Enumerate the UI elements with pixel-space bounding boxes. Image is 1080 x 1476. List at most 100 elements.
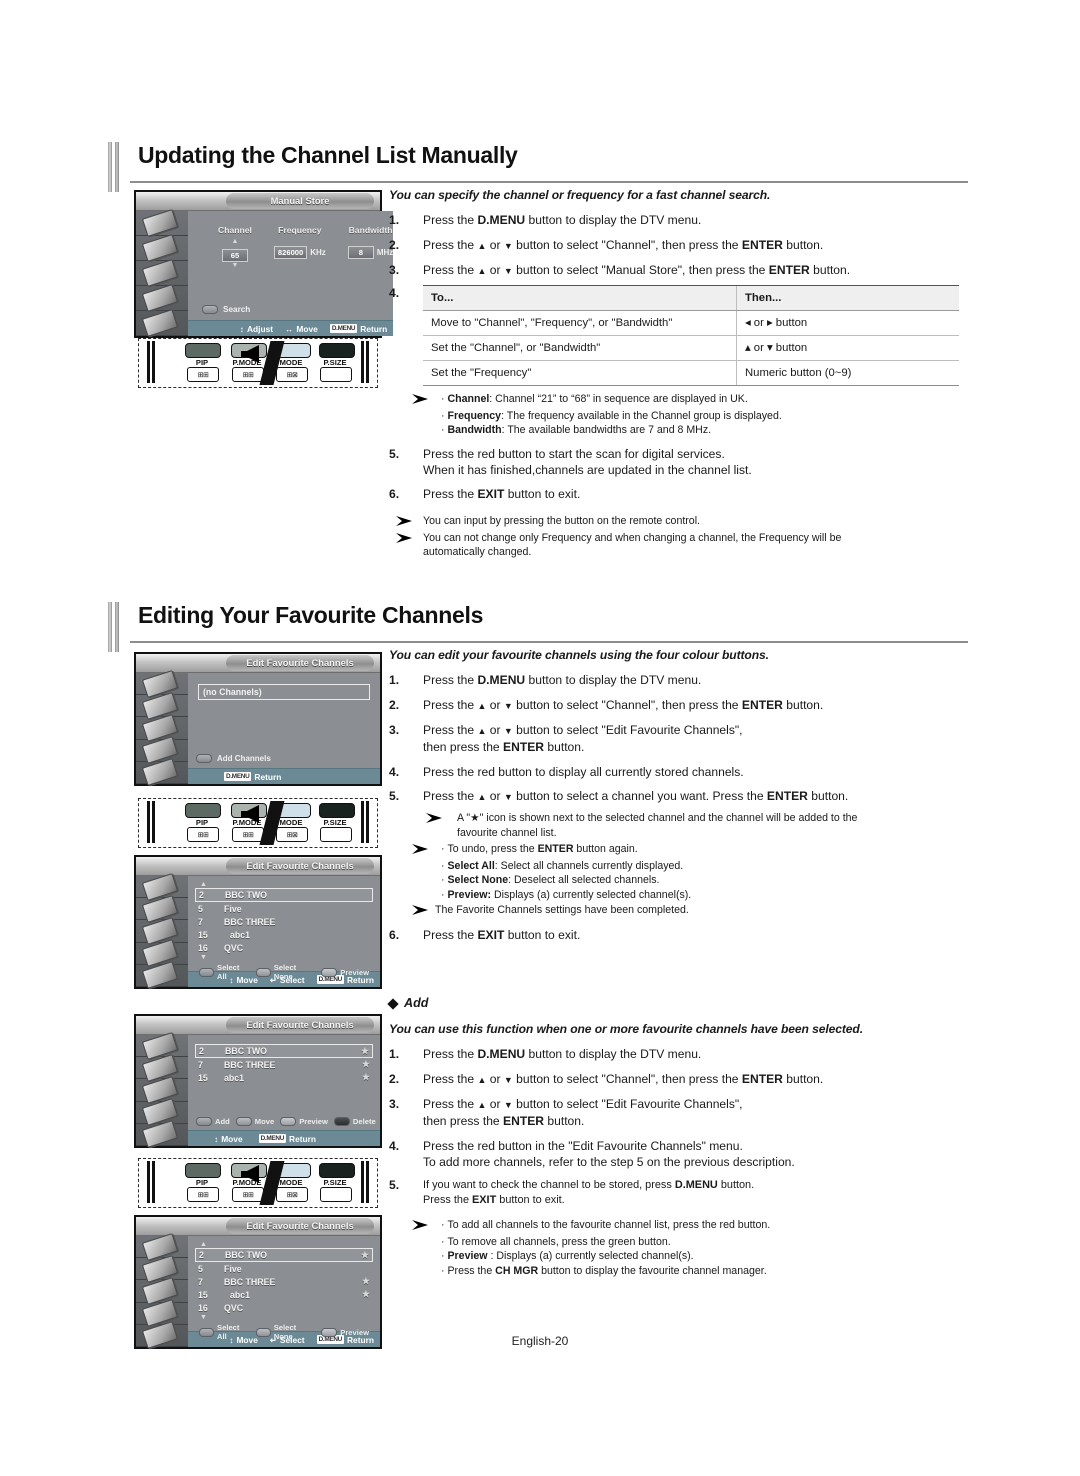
table-header-row: To... Then... — [423, 285, 959, 311]
field-bandwidth-label: Bandwidth — [348, 225, 393, 235]
hint-adjust: ↕ Adjust — [239, 323, 274, 334]
table-row[interactable]: 15 abc1 ★ — [195, 1288, 373, 1301]
page-title: Updating the Channel List Manually — [138, 142, 518, 168]
remote-key-mode[interactable]: ⊞⊠ — [276, 1187, 308, 1202]
table-row[interactable]: 7 BBC THREE ★ — [195, 1275, 373, 1288]
table-row[interactable]: 15 abc1 — [195, 928, 373, 941]
remote-key-pmode[interactable]: ⊞⊞ — [232, 1187, 264, 1202]
cell-then-2: ▴ or ▾ button — [736, 335, 959, 361]
colour-button-legend: Select All Select None Preview — [195, 961, 373, 981]
step-4: 4. To... Then... Move to "Channel", "Fre… — [389, 285, 959, 386]
to-then-table: To... Then... Move to "Channel", "Freque… — [423, 285, 959, 386]
osd-title-text: Edit Favourite Channels — [226, 1017, 374, 1033]
channel-list[interactable]: ▲ 2 BBC TWO 5 Five 7 BBC THREE 15 abc1 16 QVC… — [188, 876, 380, 981]
search-action[interactable]: Search — [202, 305, 250, 314]
table-row[interactable]: 16 QVC — [195, 1301, 373, 1314]
remote-key-pmode[interactable]: ⊞⊞ — [232, 367, 264, 382]
field-frequency[interactable]: Frequency 826000 KHz — [273, 225, 326, 269]
rail-icon-setup — [136, 284, 188, 312]
remote-key-psize[interactable] — [320, 827, 352, 842]
remote-key-mode[interactable]: ⊞⊠ — [276, 367, 308, 382]
move-key-icon: ↔ — [285, 323, 294, 334]
field-channel-label: Channel — [218, 225, 252, 235]
note-preview: · Preview: Displays (a) currently select… — [441, 888, 692, 901]
remote-key-psize[interactable] — [320, 1187, 352, 1202]
remote-label-psize: P.SIZE — [323, 818, 347, 827]
favourite-star-icon: ★ — [361, 1059, 370, 1069]
table-row[interactable]: 5 Five — [195, 1262, 373, 1275]
legend-preview[interactable]: Preview — [321, 967, 369, 977]
table-row[interactable]: 15 abc1 ★ — [195, 1071, 373, 1084]
table-row[interactable]: 2 BBC TWO ★ — [195, 1044, 373, 1058]
rail-icon-channel — [136, 259, 188, 287]
note-arrow-icon — [412, 1220, 428, 1230]
remote-key-psize[interactable] — [320, 367, 352, 382]
table-row[interactable]: 7 BBC THREE — [195, 915, 373, 928]
field-channel[interactable]: Channel ▲ 65 ▼ — [218, 225, 252, 269]
remote-key-pip[interactable]: ⊞⊞ — [187, 827, 219, 842]
rail-icon-channel — [136, 713, 188, 742]
s2-step-4: 4. Press the red button to display all cu… — [389, 764, 744, 779]
page-title-2: Editing Your Favourite Channels — [138, 602, 484, 628]
channel-list[interactable]: 2 BBC TWO ★ 7 BBC THREE ★ 15 abc1 ★ Add Move P… — [188, 1035, 380, 1130]
col-header-to: To... — [423, 285, 737, 311]
scroll-up-icon[interactable]: ▲ — [195, 1241, 373, 1248]
legend-move[interactable]: Move — [235, 1117, 274, 1126]
remote-key-pmode[interactable]: ⊞⊞ — [232, 827, 264, 842]
red-button-icon — [196, 754, 212, 763]
table-row: Move to "Channel", "Frequency", or "Band… — [423, 310, 959, 336]
step-1: 1. Press the D.MENU button to display the… — [389, 213, 702, 227]
legend-delete[interactable]: Delete — [333, 1117, 376, 1126]
rail-icon-setup — [136, 736, 188, 765]
section1-body: You can specify the channel or frequency… — [389, 188, 959, 562]
rail-icon-input — [136, 961, 188, 990]
scroll-up-icon[interactable]: ▲ — [195, 881, 373, 888]
hint-return: D.MENU Return — [224, 771, 282, 782]
note-select-all: · Select All: Select all channels curren… — [441, 859, 684, 872]
cell-to-1: Move to "Channel", "Frequency", or "Band… — [423, 310, 737, 336]
remote-key-pip[interactable]: ⊞⊞ — [187, 367, 219, 382]
table-row: Set the "Frequency" Numeric button (0~9) — [423, 360, 959, 386]
table-row[interactable]: 2 BBC TWO — [195, 888, 373, 902]
table-row[interactable]: 16 QVC — [195, 941, 373, 954]
legend-add[interactable]: Add — [196, 1117, 230, 1126]
cell-to-3: Set the "Frequency" — [423, 360, 737, 386]
osd-titlebar: Edit Favourite Channels — [136, 857, 380, 876]
channel-list[interactable]: ▲ 2 BBC TWO ★ 5 Five 7 BBC THREE ★ 15 abc1 ★ 16… — [188, 1236, 380, 1341]
scroll-down-icon[interactable]: ▼ — [195, 954, 373, 961]
field-bandwidth[interactable]: Bandwidth 8 MHz — [347, 225, 393, 269]
osd-icon-rail — [136, 1031, 188, 1149]
osd-title-text: Edit Favourite Channels — [226, 858, 374, 874]
section-decor-bars — [108, 142, 124, 192]
osd-hint-bar: D.MENU Return — [188, 768, 380, 784]
hint-move: ↔ Move — [285, 323, 318, 334]
add-channels-action[interactable]: Add Channels — [196, 754, 271, 763]
table-row[interactable]: 2 BBC TWO ★ — [195, 1248, 373, 1262]
field-frequency-value: 826000 — [273, 246, 308, 259]
favourite-star-icon: ★ — [361, 1276, 370, 1286]
rail-icon-input — [136, 309, 188, 337]
osd-manual-store: Manual Store Channel ▲ 65 ▼ Frequency 82… — [134, 190, 394, 338]
channel-up-arrow[interactable]: ▲ — [218, 238, 252, 245]
scroll-down-icon[interactable]: ▼ — [195, 1314, 373, 1321]
channel-down-arrow[interactable]: ▼ — [218, 262, 252, 269]
rail-icon-sound — [136, 1254, 188, 1283]
legend-preview[interactable]: Preview — [280, 1117, 328, 1126]
note-preview-3: · Preview : Displays (a) currently selec… — [441, 1250, 694, 1262]
table-row[interactable]: 5 Five — [195, 902, 373, 915]
remote-key-mode[interactable]: ⊞⊠ — [276, 827, 308, 842]
legend-select-none[interactable]: Select None — [255, 963, 315, 981]
s3-step-3: 3. Press the ▲ or ▼ button to select "Edi… — [389, 1097, 743, 1128]
cell-to-2: Set the "Channel", or "Bandwidth" — [423, 335, 737, 361]
rail-icon-picture — [136, 669, 188, 698]
remote-key-pip[interactable]: ⊞⊞ — [187, 1187, 219, 1202]
note-star-icon: A "★" icon is shown next to the selected… — [389, 811, 959, 840]
remote-illustration-1: PIP P.MODE MODE P.SIZE ⊞⊞ ⊞⊞ ⊞⊠ — [138, 338, 378, 388]
rail-icon-channel — [136, 1075, 188, 1104]
legend-select-all[interactable]: Select All — [199, 963, 249, 981]
table-row[interactable]: 7 BBC THREE ★ — [195, 1058, 373, 1071]
subsection-add-heading: Add — [387, 996, 428, 1010]
osd-hint-bar: ↕ Move D.MENU Return — [188, 1130, 380, 1146]
osd-titlebar: Manual Store — [136, 192, 380, 211]
osd-edit-fav-empty: Edit Favourite Channels (no Channels) Ad… — [134, 652, 382, 787]
